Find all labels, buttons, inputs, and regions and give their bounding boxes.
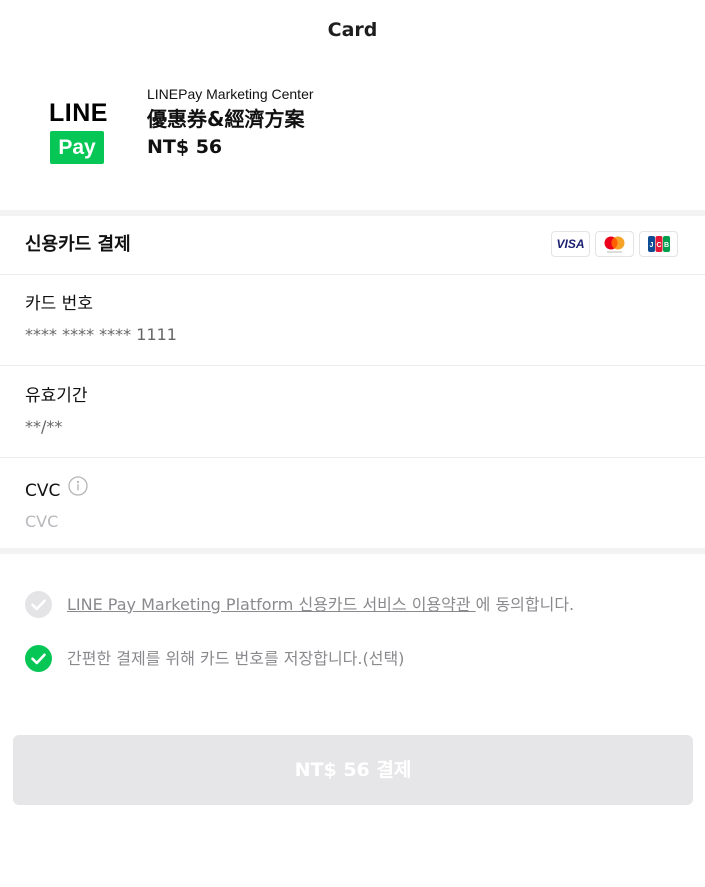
line-pay-logo: LINE Pay [49,99,108,164]
cvc-field[interactable]: CVC CVC [25,476,89,533]
merchant-name: LINEPay Marketing Center [147,86,314,102]
svg-text:C: C [656,242,661,249]
row-divider [0,365,705,366]
mastercard-logo [595,231,634,257]
terms-checkbox[interactable] [25,591,52,618]
card-brands: VISA J C B [551,231,678,257]
info-icon[interactable] [68,476,89,502]
merchant-summary: LINE Pay LINEPay Marketing Center 優惠券&經濟… [0,80,705,180]
pay-button[interactable]: NT$ 56 결제 [13,735,693,805]
save-card-consent[interactable]: 간편한 결제를 위해 카드 번호를 저장합니다.(선택) [25,645,404,672]
logo-line-text: LINE [49,99,108,127]
terms-consent[interactable]: LINE Pay Marketing Platform 신용카드 서비스 이용약… [25,591,574,618]
terms-link[interactable]: LINE Pay Marketing Platform 신용카드 서비스 이용약… [67,595,476,614]
section-divider [0,548,705,554]
card-number-label: 카드 번호 [25,294,93,314]
cvc-input[interactable]: CVC [25,511,88,533]
visa-logo-text: VISA [556,237,585,251]
jcb-logo: J C B [639,231,678,257]
expiry-input[interactable]: **/** [25,416,88,438]
expiry-label: 유효기간 [25,386,88,406]
svg-text:B: B [664,242,669,249]
page-title: Card [327,19,378,41]
product-price: NT$ 56 [147,136,223,158]
visa-logo: VISA [551,231,590,257]
row-divider [0,457,705,458]
payment-method-header: 신용카드 결제 VISA J C B [0,216,705,274]
product-name: 優惠券&經濟方案 [147,107,305,131]
payment-method-title: 신용카드 결제 [25,234,131,255]
save-card-checkbox[interactable] [25,645,52,672]
logo-pay-text: Pay [50,131,104,164]
cvc-label: CVC [25,481,61,501]
card-number-field[interactable]: 카드 번호 **** **** **** 1111 [25,293,177,346]
row-divider [0,274,705,275]
terms-suffix: 에 동의합니다. [475,594,575,614]
save-card-text: 간편한 결제를 위해 카드 번호를 저장합니다.(선택) [67,648,405,668]
svg-text:J: J [650,242,654,249]
cvc-label-row: CVC [25,476,89,504]
expiry-field[interactable]: 유효기간 **/** [25,385,88,438]
card-number-input[interactable]: **** **** **** 1111 [25,324,177,346]
terms-text: LINE Pay Marketing Platform 신용카드 서비스 이용약… [67,594,574,616]
